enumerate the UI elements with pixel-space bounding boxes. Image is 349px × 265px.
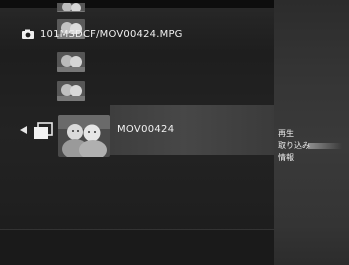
selected-filename: MOV00424 bbox=[117, 124, 175, 135]
menu-item-info[interactable]: 情報 bbox=[278, 152, 310, 164]
camera-icon bbox=[22, 29, 34, 39]
menu-item-play[interactable]: 再生 bbox=[278, 128, 310, 140]
action-menu: 再生 取り込み 情報 bbox=[278, 128, 342, 164]
stack-icon bbox=[32, 122, 54, 140]
file-path: 101MSDCF/MOV00424.MPG bbox=[40, 28, 183, 40]
thumbnail[interactable] bbox=[57, 52, 85, 72]
thumbnail[interactable] bbox=[57, 0, 85, 12]
selected-thumbnail[interactable] bbox=[58, 115, 110, 157]
menu-item-import[interactable]: 取り込み bbox=[278, 140, 342, 152]
thumbnail[interactable] bbox=[57, 81, 85, 101]
path-bar: 101MSDCF/MOV00424.MPG bbox=[22, 27, 183, 41]
left-arrow-icon[interactable] bbox=[20, 126, 27, 134]
bottom-bar bbox=[0, 230, 274, 265]
video-browser-screen: 101MSDCF/MOV00424.MPG MOV00424 再生 取り込み 情… bbox=[0, 0, 349, 265]
